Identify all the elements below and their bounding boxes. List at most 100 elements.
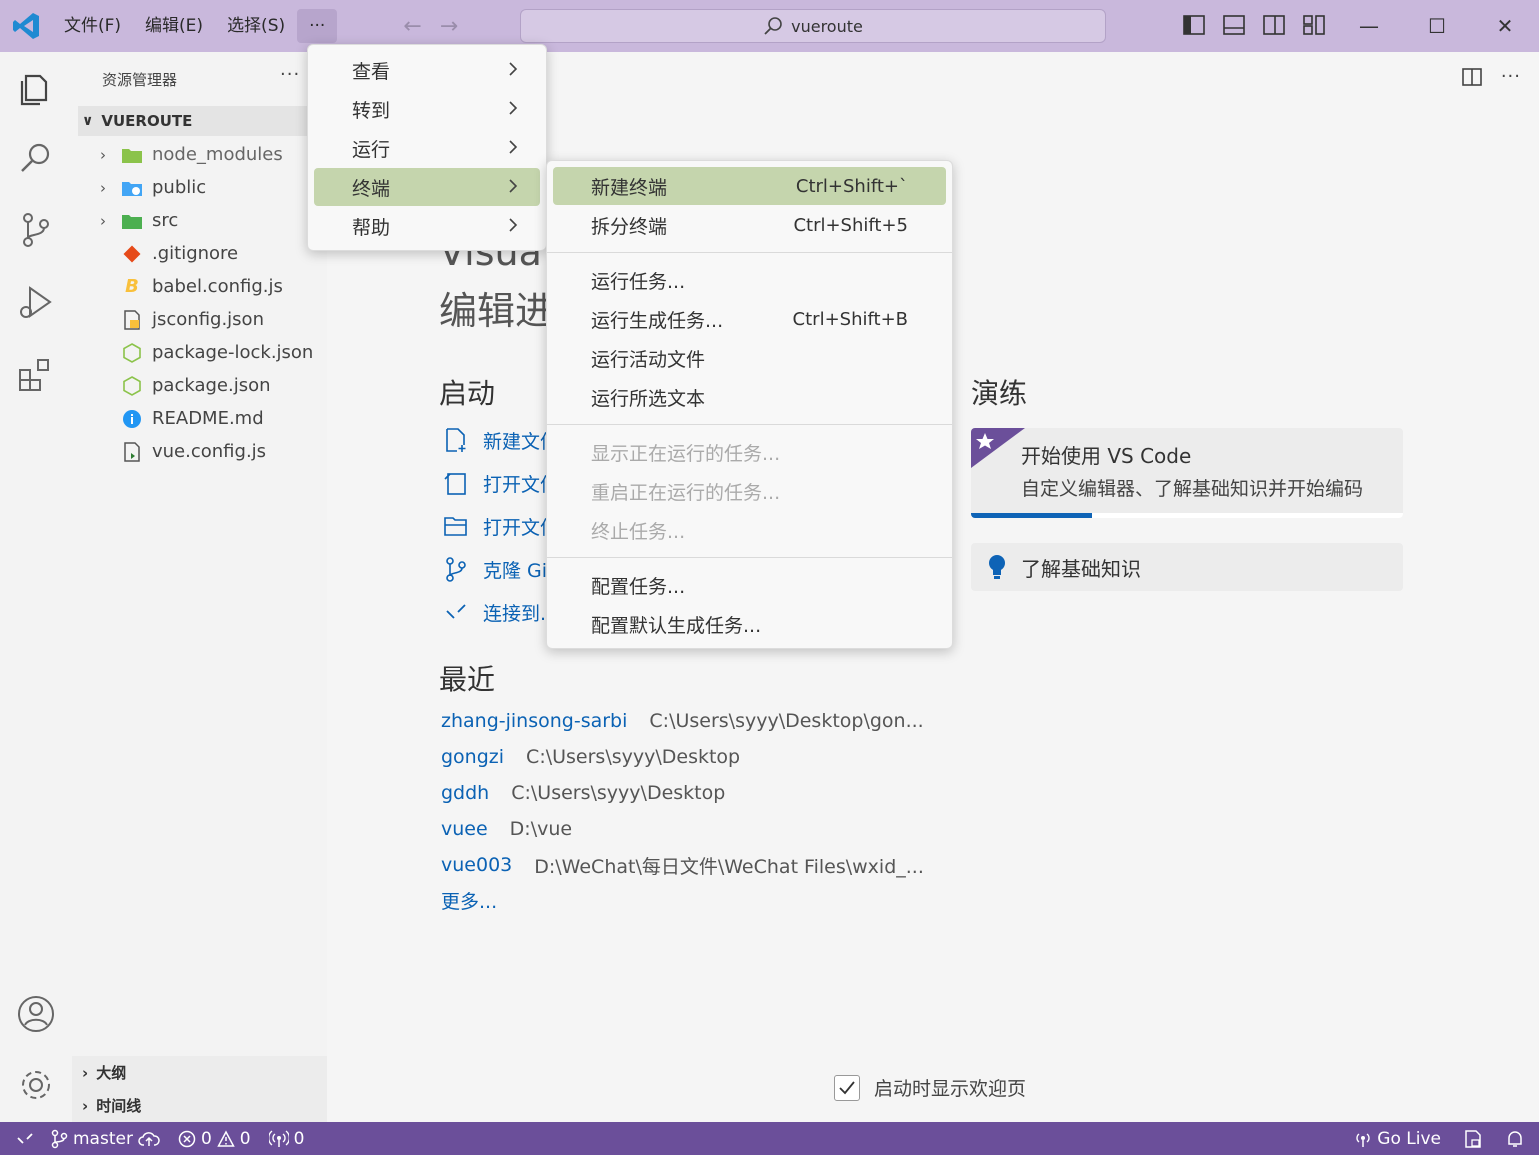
git-branch-status[interactable]: master bbox=[50, 1129, 160, 1149]
sidebar-title: 资源管理器 bbox=[102, 71, 178, 89]
notifications-bell-icon[interactable] bbox=[1505, 1129, 1525, 1149]
recent-name[interactable]: gongzi bbox=[441, 746, 504, 768]
tree-item-label: public bbox=[152, 177, 207, 198]
recent-item[interactable]: gddh C:\Users\syyy\Desktop bbox=[441, 778, 725, 808]
problems-status[interactable]: 0 0 bbox=[178, 1129, 251, 1149]
menu-item-run-build-task[interactable]: 运行生成任务... Ctrl+Shift+B bbox=[553, 300, 946, 338]
search-icon[interactable] bbox=[16, 138, 56, 178]
run-debug-icon[interactable] bbox=[16, 282, 56, 322]
minimize-button[interactable]: — bbox=[1335, 0, 1403, 52]
explorer-icon[interactable] bbox=[16, 68, 56, 108]
start-connect-to[interactable]: 连接到... bbox=[443, 597, 558, 627]
tree-item-babel-config[interactable]: B babel.config.js bbox=[72, 270, 327, 303]
extensions-icon[interactable] bbox=[16, 356, 56, 396]
menu-item-label: 运行任务... bbox=[591, 270, 686, 293]
recent-more-link[interactable]: 更多... bbox=[441, 887, 497, 914]
chevron-right-icon: › bbox=[100, 178, 106, 197]
menu-item-configure-tasks[interactable]: 配置任务... bbox=[553, 566, 946, 604]
tree-item-gitignore[interactable]: .gitignore bbox=[72, 237, 327, 270]
show-welcome-on-startup[interactable]: 启动时显示欢迎页 bbox=[834, 1074, 1026, 1101]
tree-item-readme[interactable]: README.md bbox=[72, 402, 327, 435]
timeline-section[interactable]: › 时间线 bbox=[72, 1089, 327, 1122]
terminal-submenu: 新建终端 Ctrl+Shift+` 拆分终端 Ctrl+Shift+5 运行任务… bbox=[546, 160, 953, 649]
recent-name[interactable]: vuee bbox=[441, 818, 488, 840]
menu-item-run-selected-text[interactable]: 运行所选文本 bbox=[553, 378, 946, 416]
menu-item-shortcut: Ctrl+Shift+` bbox=[795, 175, 908, 197]
toggle-secondary-sidebar-icon[interactable] bbox=[1262, 13, 1286, 37]
tree-item-label: vue.config.js bbox=[152, 441, 267, 462]
nodejs-file-icon bbox=[120, 374, 144, 398]
recent-path: C:\Users\syyy\Desktop bbox=[511, 782, 726, 804]
tree-item-jsconfig[interactable]: jsconfig.json bbox=[72, 303, 327, 336]
start-new-file[interactable]: 新建文件 bbox=[443, 425, 559, 455]
menu-item-label: 新建终端 bbox=[591, 176, 668, 199]
menu-item-restart-running-task: 重启正在运行的任务... bbox=[553, 472, 946, 510]
close-window-button[interactable]: ✕ bbox=[1471, 0, 1539, 52]
tree-item-label: node_modules bbox=[152, 144, 283, 165]
open-file-icon bbox=[444, 473, 466, 495]
cloud-upload-icon[interactable] bbox=[138, 1130, 160, 1148]
tree-item-package-json[interactable]: package.json bbox=[72, 369, 327, 402]
menu-item-view[interactable]: 查看 bbox=[314, 51, 540, 89]
ports-status[interactable]: 0 bbox=[268, 1129, 304, 1149]
sidebar-more-button[interactable]: ··· bbox=[280, 64, 300, 85]
toggle-primary-sidebar-icon[interactable] bbox=[1182, 13, 1206, 37]
error-icon bbox=[178, 1130, 196, 1147]
tree-item-vue-config[interactable]: vue.config.js bbox=[72, 435, 327, 468]
folder-header[interactable]: ∨ VUEROUTE bbox=[78, 106, 327, 136]
menu-file[interactable]: 文件(F) bbox=[52, 9, 133, 43]
account-icon[interactable] bbox=[16, 994, 56, 1034]
recent-item[interactable]: vuee D:\vue bbox=[441, 814, 572, 844]
broadcast-icon bbox=[1356, 1132, 1370, 1147]
more-actions-icon[interactable]: ··· bbox=[1501, 66, 1521, 88]
git-clone-icon bbox=[446, 557, 466, 582]
outline-section[interactable]: › 大纲 bbox=[72, 1056, 327, 1089]
remote-indicator-button[interactable] bbox=[0, 1122, 50, 1155]
menu-item-configure-default-build-task[interactable]: 配置默认生成任务... bbox=[553, 605, 946, 643]
recent-item[interactable]: vue003 D:\WeChat\每日文件\WeChat Files\wxid_… bbox=[441, 850, 924, 880]
start-clone-git[interactable]: 克隆 Git bbox=[443, 554, 555, 584]
info-file-icon bbox=[120, 407, 144, 431]
recent-name[interactable]: gddh bbox=[441, 782, 489, 804]
menu-item-help[interactable]: 帮助 bbox=[314, 207, 540, 245]
menu-item-shortcut: Ctrl+Shift+B bbox=[792, 308, 908, 330]
manage-gear-icon[interactable] bbox=[16, 1065, 56, 1105]
nodejs-file-icon bbox=[120, 341, 144, 365]
tree-item-package-lock[interactable]: package-lock.json bbox=[72, 336, 327, 369]
go-live-button[interactable]: Go Live bbox=[1354, 1129, 1441, 1149]
source-control-icon[interactable] bbox=[16, 210, 56, 250]
show-welcome-checkbox[interactable] bbox=[834, 1074, 860, 1101]
start-item-label: 克隆 Git bbox=[483, 559, 555, 582]
menu-item-run-active-file[interactable]: 运行活动文件 bbox=[553, 339, 946, 377]
menu-item-go[interactable]: 转到 bbox=[314, 90, 540, 128]
feedback-icon[interactable] bbox=[1463, 1129, 1483, 1149]
menu-item-run[interactable]: 运行 bbox=[314, 129, 540, 167]
recent-name[interactable]: vue003 bbox=[441, 854, 512, 876]
back-arrow-icon[interactable]: ← bbox=[403, 14, 421, 39]
recent-item[interactable]: gongzi C:\Users\syyy\Desktop bbox=[441, 742, 740, 772]
menu-item-terminal[interactable]: 终端 bbox=[314, 168, 540, 206]
tree-item-public[interactable]: › public bbox=[72, 171, 327, 204]
forward-arrow-icon[interactable]: → bbox=[440, 14, 458, 39]
menu-item-new-terminal[interactable]: 新建终端 Ctrl+Shift+` bbox=[553, 167, 946, 205]
recent-item[interactable]: zhang-jinsong-sarbi C:\Users\syyy\Deskto… bbox=[441, 706, 924, 736]
tree-item-src[interactable]: › src bbox=[72, 204, 327, 237]
menu-selection[interactable]: 选择(S) bbox=[215, 9, 297, 43]
customize-layout-icon[interactable] bbox=[1302, 13, 1326, 37]
split-editor-icon[interactable] bbox=[1461, 66, 1483, 88]
start-open-file[interactable]: 打开文件 bbox=[443, 468, 559, 498]
toggle-panel-icon[interactable] bbox=[1222, 13, 1246, 37]
folder-name: VUEROUTE bbox=[101, 112, 193, 130]
menu-edit[interactable]: 编辑(E) bbox=[133, 9, 215, 43]
recent-name[interactable]: zhang-jinsong-sarbi bbox=[441, 710, 627, 732]
menu-item-split-terminal[interactable]: 拆分终端 Ctrl+Shift+5 bbox=[553, 206, 946, 244]
tree-item-node-modules[interactable]: › node_modules bbox=[72, 138, 327, 171]
learn-fundamentals-card[interactable]: 了解基础知识 bbox=[971, 543, 1403, 591]
menu-more[interactable]: ··· bbox=[297, 9, 338, 43]
command-center-search[interactable]: vueroute bbox=[520, 9, 1106, 43]
chevron-right-icon: › bbox=[82, 1063, 89, 1082]
walkthrough-card[interactable]: 开始使用 VS Code 自定义编辑器、了解基础知识并开始编码 bbox=[971, 428, 1403, 518]
menu-item-run-task[interactable]: 运行任务... bbox=[553, 261, 946, 299]
maximize-button[interactable]: ☐ bbox=[1403, 0, 1471, 52]
chevron-right-icon bbox=[509, 179, 518, 193]
